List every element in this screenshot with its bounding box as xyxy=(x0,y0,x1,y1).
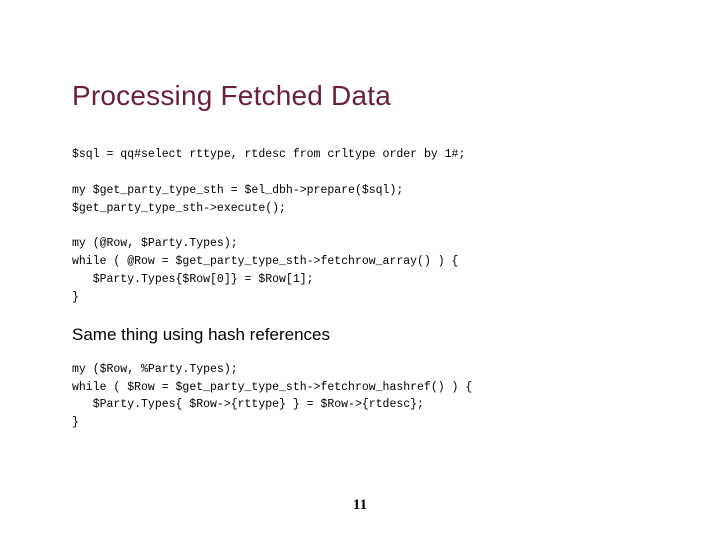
code-fetchrow-hashref: my ($Row, %Party.Types); while ( $Row = … xyxy=(72,361,648,432)
code-fetchrow-array: my (@Row, $Party.Types); while ( @Row = … xyxy=(72,235,648,306)
code-prepare-execute: my $get_party_type_sth = $el_dbh->prepar… xyxy=(72,182,648,218)
slide-page: Processing Fetched Data $sql = qq#select… xyxy=(0,0,720,540)
slide-title: Processing Fetched Data xyxy=(72,80,648,112)
code-sql: $sql = qq#select rttype, rtdesc from crl… xyxy=(72,146,648,164)
subheading: Same thing using hash references xyxy=(72,325,648,345)
page-number: 11 xyxy=(0,497,720,514)
